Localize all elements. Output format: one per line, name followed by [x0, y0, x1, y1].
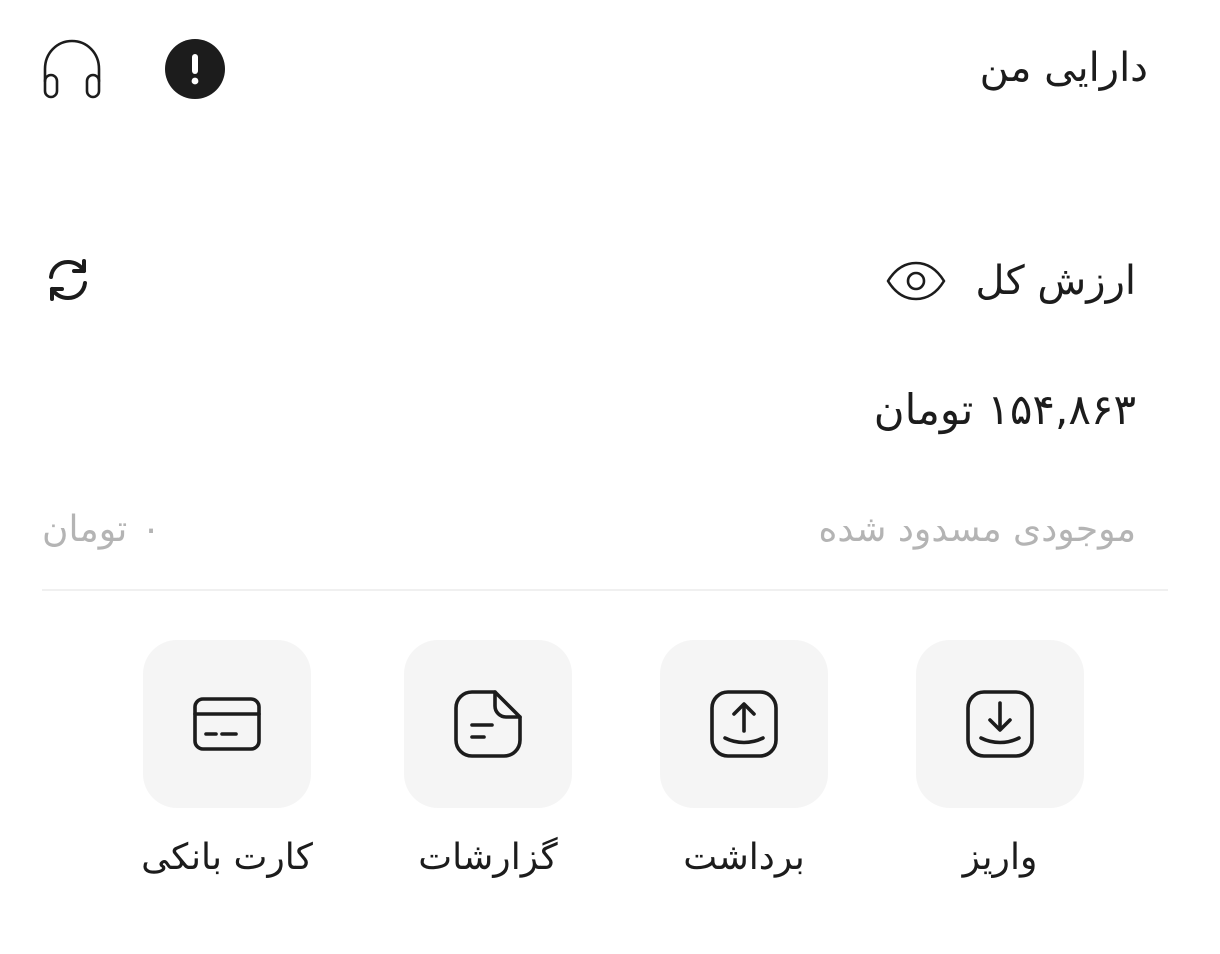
wallet-page: دارایی من ارزش کل ۱۵۴,۸۶۳ تومان موجودی م…	[0, 0, 1220, 954]
toggle-visibility-button[interactable]	[885, 250, 947, 312]
withdraw-label: برداشت	[683, 837, 805, 878]
bank-card-tile[interactable]	[143, 640, 311, 808]
withdraw-button[interactable]: برداشت	[660, 640, 828, 884]
eye-icon	[887, 261, 946, 301]
bank-card-button[interactable]: کارت بانکی	[141, 640, 313, 884]
total-value-row: ارزش کل	[885, 250, 1136, 312]
page-title: دارایی من	[979, 45, 1148, 91]
blocked-amount-currency: تومان	[42, 509, 128, 550]
headphones-icon	[43, 39, 101, 99]
withdraw-upload-icon	[710, 690, 778, 758]
refresh-button[interactable]	[38, 250, 98, 310]
bank-card-label: کارت بانکی	[141, 837, 313, 878]
total-amount-value: ۱۵۴,۸۶۳	[987, 385, 1136, 434]
total-amount-currency: تومان	[873, 385, 974, 434]
blocked-balance-amount: ۰ تومان	[42, 502, 161, 558]
info-button[interactable]	[163, 37, 227, 101]
total-value-amount: ۱۵۴,۸۶۳ تومان	[874, 378, 1136, 442]
reports-tile[interactable]	[404, 640, 572, 808]
reports-label: گزارشات	[418, 837, 558, 878]
total-value-label: ارزش کل	[975, 258, 1136, 304]
deposit-label: واریز	[962, 837, 1038, 878]
support-button[interactable]	[36, 32, 108, 104]
reports-document-icon	[454, 690, 522, 758]
deposit-button[interactable]: واریز	[916, 640, 1084, 884]
bank-card-icon	[193, 697, 261, 751]
blocked-amount-value: ۰	[141, 509, 161, 550]
exclamation-icon	[165, 39, 225, 99]
deposit-tile[interactable]	[916, 640, 1084, 808]
reports-button[interactable]: گزارشات	[404, 640, 572, 884]
refresh-icon	[49, 259, 87, 301]
withdraw-tile[interactable]	[660, 640, 828, 808]
deposit-download-icon	[966, 690, 1034, 758]
divider	[42, 589, 1168, 591]
blocked-balance-label: موجودی مسدود شده	[818, 509, 1136, 550]
